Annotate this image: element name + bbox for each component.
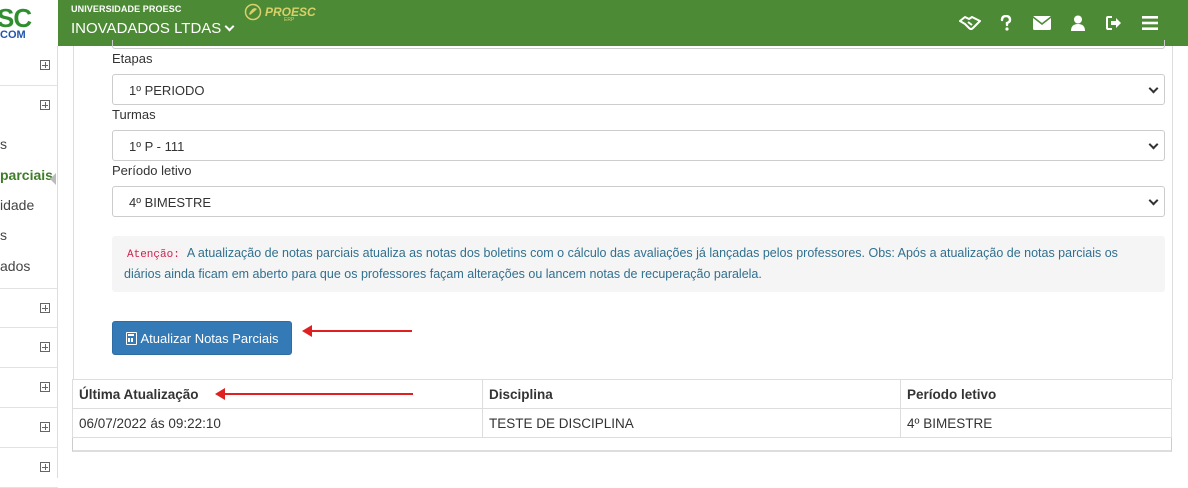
brand-sub: ERP (284, 17, 295, 23)
col-header-last-update: Última Atualização (72, 379, 483, 409)
table-row: 06/07/2022 ás 09:22:10 TESTE DE DISCIPLI… (72, 408, 1172, 438)
active-caret-icon (50, 173, 56, 185)
sidebar-item-1[interactable]: s (0, 136, 7, 152)
expand-icon[interactable] (40, 342, 50, 352)
etapas-label: Etapas (112, 51, 153, 66)
form-panel: Etapas 1º PERIODO Turmas 1º P - 111 Perí… (73, 40, 1173, 379)
logo-text: SC (0, 3, 32, 33)
attention-alert: Atenção: A atualização de notas parciais … (112, 236, 1165, 292)
expand-icon[interactable] (40, 100, 50, 110)
sidebar-section-5[interactable] (0, 368, 58, 408)
cell-last-update: 06/07/2022 ás 09:22:10 (72, 408, 483, 438)
calculator-icon (125, 331, 137, 345)
sidebar-section-6[interactable] (0, 408, 58, 448)
app-logo[interactable]: SC COM (0, 0, 58, 46)
etapas-value: 1º PERIODO (129, 83, 205, 98)
sidebar-section-4[interactable] (0, 328, 58, 368)
table-footer (72, 438, 1172, 452)
sidebar-section-1[interactable] (0, 46, 58, 86)
sidebar-section-7[interactable] (0, 448, 58, 488)
chevron-down-icon (1148, 83, 1159, 94)
etapas-select[interactable]: 1º PERIODO (112, 74, 1165, 105)
cell-periodo: 4º BIMESTRE (900, 408, 1172, 438)
attention-tag: Atenção: (124, 248, 183, 262)
sidebar-item-5[interactable]: ados (0, 258, 30, 274)
logo-suffix: COM (0, 29, 26, 41)
expand-icon[interactable] (40, 382, 50, 392)
expand-icon[interactable] (40, 462, 50, 472)
sidebar: s parciais idade s ados (0, 46, 58, 488)
sidebar-item-3[interactable]: idade (0, 197, 34, 213)
proesc-brand: PROESC ERP (244, 3, 316, 23)
chevron-down-icon (1148, 139, 1159, 150)
turmas-value: 1º P - 111 (129, 139, 185, 154)
periodo-label: Período letivo (112, 163, 192, 178)
col-header-disciplina: Disciplina (482, 379, 901, 409)
expand-icon[interactable] (40, 422, 50, 432)
periodo-value: 4º BIMESTRE (129, 195, 212, 210)
table-header-row: Última Atualização Disciplina Período le… (72, 379, 1172, 409)
attention-text: A atualização de notas parciais atualiza… (124, 246, 1118, 281)
cell-disciplina: TESTE DE DISCIPLINA (482, 408, 901, 438)
col-header-periodo: Período letivo (900, 379, 1172, 409)
company-selector[interactable]: INOVADADOS LTDAS (71, 20, 235, 37)
previous-select-edge[interactable] (112, 40, 1165, 49)
update-partial-grades-button[interactable]: Atualizar Notas Parciais (112, 321, 292, 355)
sidebar-section-3[interactable] (0, 288, 58, 328)
university-name: UNIVERSIDADE PROESC (71, 4, 182, 14)
periodo-select[interactable]: 4º BIMESTRE (112, 186, 1165, 217)
sidebar-section-2[interactable] (0, 86, 58, 126)
turmas-select[interactable]: 1º P - 111 (112, 130, 1165, 161)
proesc-leaf-icon (244, 3, 262, 21)
updates-table: Última Atualização Disciplina Período le… (72, 379, 1172, 438)
sidebar-item-4[interactable]: s (0, 227, 7, 243)
annotation-arrow-button (302, 325, 412, 337)
main-content: Etapas 1º PERIODO Turmas 1º P - 111 Perí… (58, 40, 1188, 478)
turmas-label: Turmas (112, 107, 156, 122)
company-name: INOVADADOS LTDAS (71, 20, 222, 37)
update-button-label: Atualizar Notas Parciais (140, 330, 279, 346)
sidebar-item-notas-parciais[interactable]: parciais (0, 167, 53, 183)
expand-icon[interactable] (40, 303, 50, 313)
expand-icon[interactable] (40, 60, 50, 70)
chevron-down-icon (1148, 195, 1159, 206)
chevron-down-icon (224, 21, 235, 32)
